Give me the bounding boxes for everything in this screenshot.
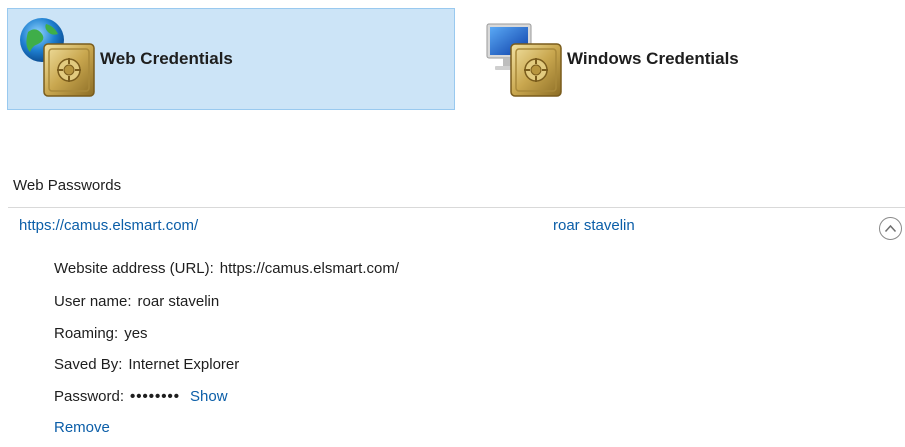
detail-password: Password: •••••••• Show: [54, 388, 228, 405]
website-address-label: Website address (URL):: [54, 260, 214, 277]
monitor-vault-icon: [483, 16, 569, 102]
password-label: Password:: [54, 388, 125, 405]
user-name-value: roar stavelin: [137, 293, 220, 310]
section-divider: [8, 207, 905, 208]
password-mask: ••••••••: [130, 388, 181, 405]
windows-credentials-label: Windows Credentials: [567, 49, 739, 68]
roaming-value: yes: [124, 325, 148, 342]
web-passwords-heading: Web Passwords: [13, 177, 122, 194]
windows-credentials-tile[interactable]: Windows Credentials: [474, 8, 774, 110]
user-name-label: User name:: [54, 293, 132, 310]
web-credentials-label: Web Credentials: [100, 49, 233, 68]
website-address-value: https://camus.elsmart.com/: [219, 260, 399, 277]
credential-entry-user[interactable]: roar stavelin: [553, 217, 635, 234]
roaming-label: Roaming:: [54, 325, 119, 342]
credential-entry-url[interactable]: https://camus.elsmart.com/: [19, 217, 198, 234]
show-password-link[interactable]: Show: [190, 388, 228, 405]
remove-credential-link[interactable]: Remove: [54, 419, 110, 436]
detail-saved-by: Saved By: Internet Explorer: [54, 356, 239, 373]
web-credentials-tile[interactable]: Web Credentials: [7, 8, 455, 110]
saved-by-label: Saved By:: [54, 356, 123, 373]
detail-remove: Remove: [54, 419, 110, 436]
globe-vault-icon: [16, 16, 102, 102]
credential-manager: Web Credentials Windows Credentials Web …: [0, 0, 905, 447]
detail-website-address: Website address (URL): https://camus.elsm…: [54, 260, 399, 277]
collapse-entry-button[interactable]: [879, 217, 902, 240]
chevron-up-icon: [884, 220, 897, 238]
detail-roaming: Roaming: yes: [54, 325, 148, 342]
detail-user-name: User name: roar stavelin: [54, 293, 219, 310]
saved-by-value: Internet Explorer: [128, 356, 240, 373]
